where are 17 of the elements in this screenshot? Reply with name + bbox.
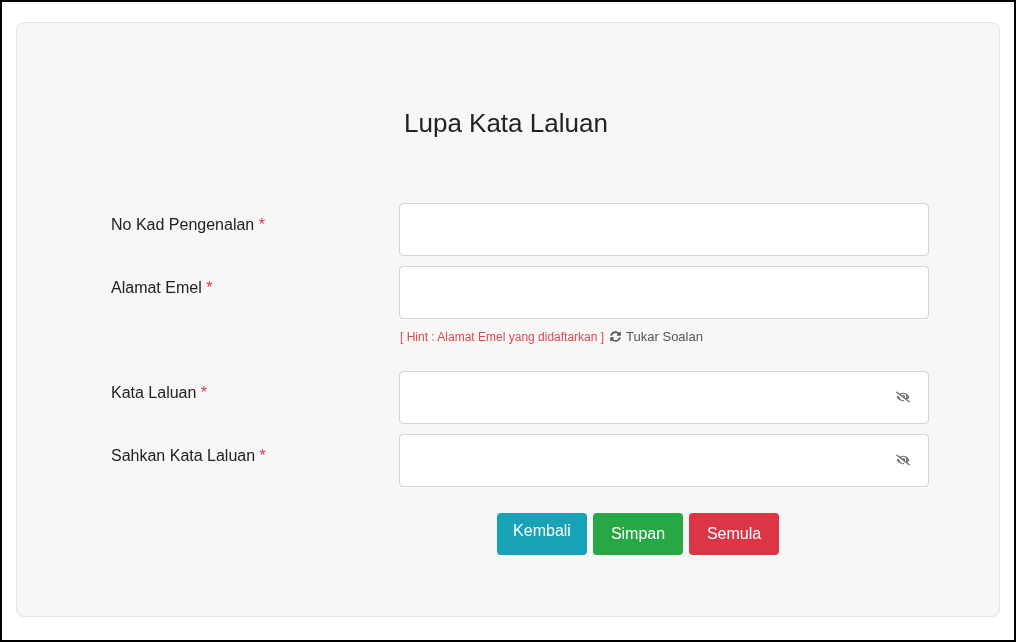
form-button[interactable]: Semula (689, 512, 779, 555)
field-label: No Kad Pengenalan * (111, 215, 266, 235)
field-label: Kata Laluan * (111, 382, 209, 403)
field-label: Alamat Emel * (111, 278, 214, 298)
input-field[interactable] (399, 266, 929, 319)
input-field[interactable] (399, 203, 929, 256)
field-label: Sahkan Kata Laluan * (111, 445, 267, 466)
form-button[interactable]: Simpan (593, 512, 683, 555)
hint-text: [ Hint : Alamat Emel yang didaftarkan ] (400, 328, 605, 346)
refresh-icon (610, 331, 622, 343)
form-button[interactable]: Kembali (497, 512, 587, 555)
password-field[interactable] (399, 433, 929, 487)
hide-password-icon[interactable] (896, 453, 910, 467)
password-field[interactable] (399, 370, 929, 424)
page-title: Lupa Kata Laluan (404, 107, 608, 139)
hide-password-icon[interactable] (896, 390, 910, 404)
change-question-link[interactable]: Tukar Soalan (610, 327, 703, 347)
